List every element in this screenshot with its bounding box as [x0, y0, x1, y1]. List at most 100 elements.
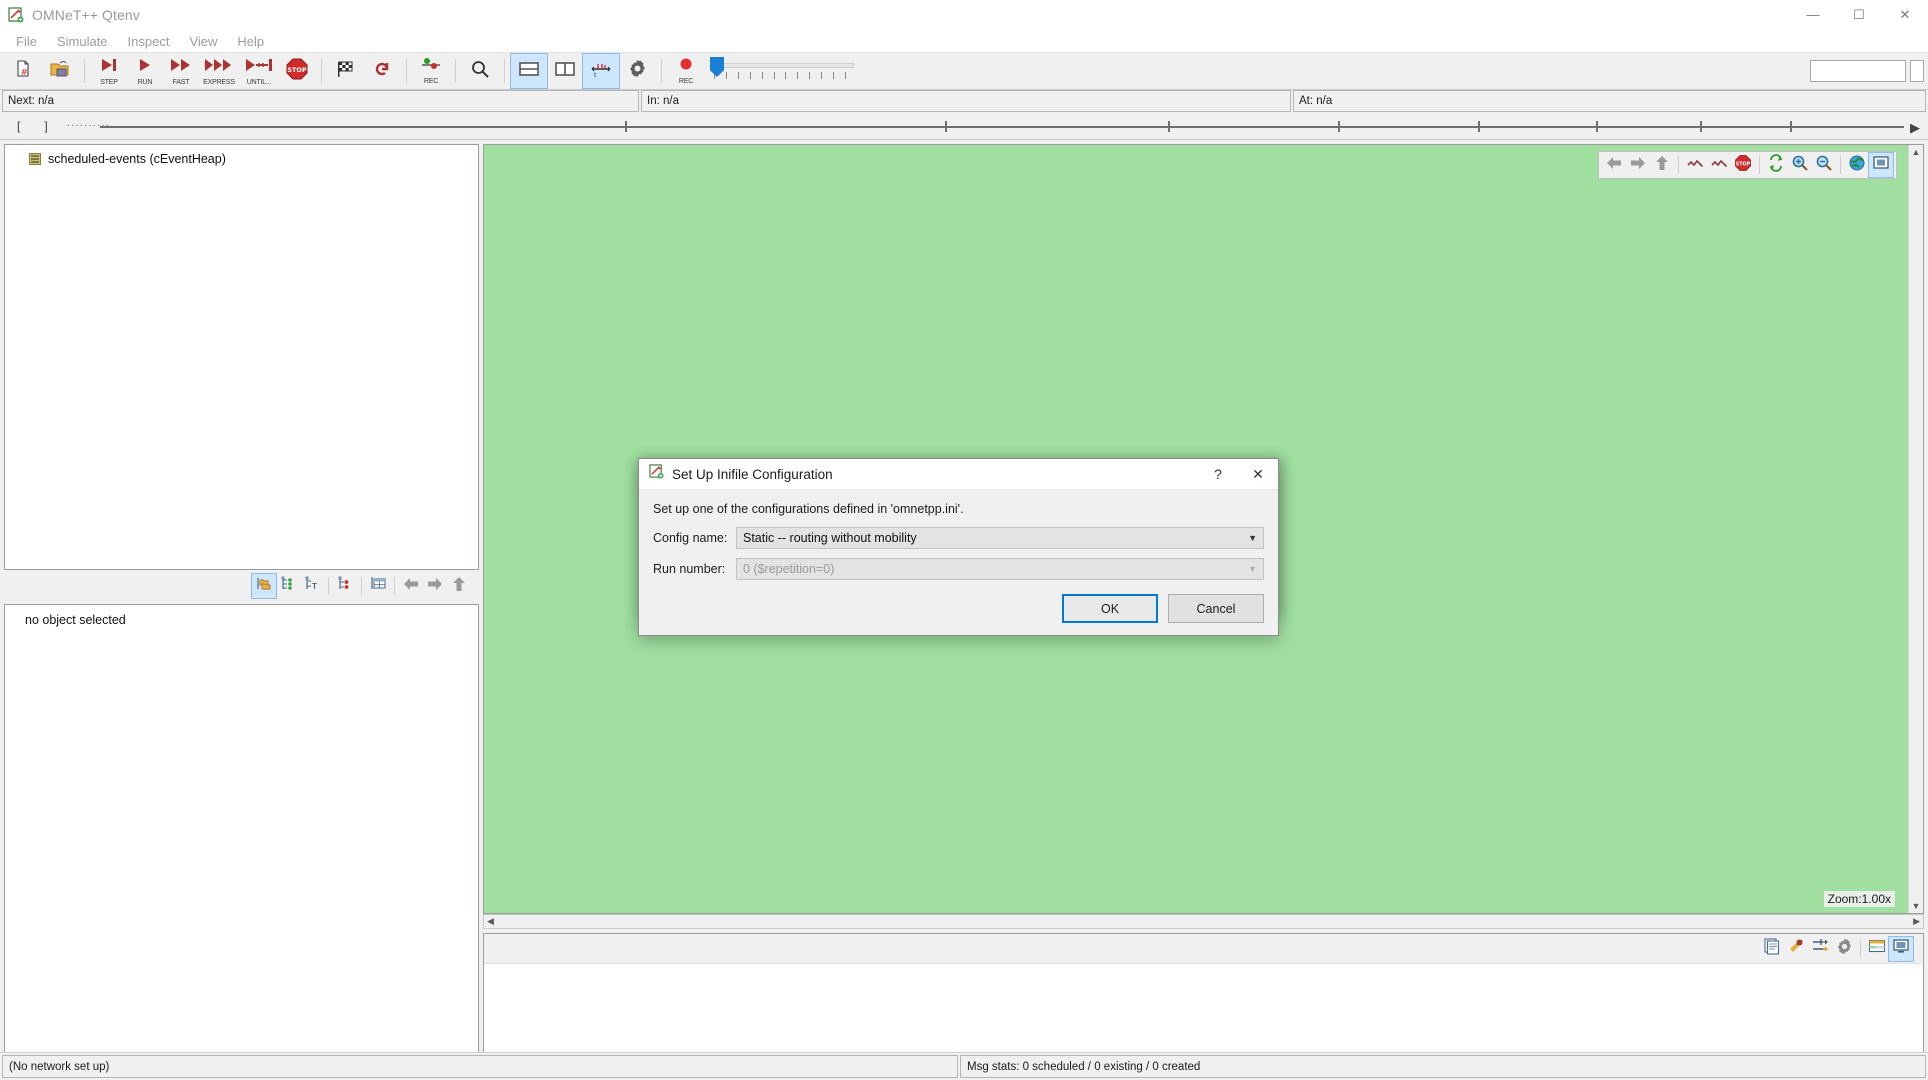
preferences-gear-icon: [628, 59, 647, 83]
relayout-button[interactable]: [1683, 153, 1707, 177]
dialog-close-button[interactable]: ✕: [1238, 459, 1278, 490]
zoom-in-button[interactable]: [1788, 153, 1812, 177]
open-run-button[interactable]: [42, 54, 78, 88]
express-button[interactable]: EXPRESS: [199, 54, 239, 88]
log-settings-button[interactable]: [1832, 937, 1856, 961]
finish-flag-icon: [335, 59, 357, 84]
tree-toolbar-separator: [394, 577, 395, 595]
re-layout-network-button[interactable]: [1764, 153, 1788, 177]
fast-button[interactable]: FAST: [163, 54, 199, 88]
stop-layouting-button[interactable]: STOP: [1731, 153, 1755, 177]
log-jump-icon: [1811, 937, 1829, 960]
run-until-finish-button[interactable]: [328, 54, 364, 88]
step-button[interactable]: STEP: [91, 54, 127, 88]
log-messages-button[interactable]: [1760, 937, 1784, 961]
tree-item-scheduled-events[interactable]: scheduled-events (cEventHeap): [5, 150, 478, 168]
log-panel-toolbar: [484, 934, 1923, 964]
menu-item-simulate[interactable]: Simulate: [47, 32, 118, 51]
canvas-vertical-scrollbar[interactable]: ▲ ▼: [1908, 145, 1923, 913]
zoom-out-button[interactable]: [1812, 153, 1836, 177]
scroll-down-arrow-icon[interactable]: ▼: [1909, 901, 1923, 911]
menu-item-file[interactable]: File: [6, 32, 47, 51]
tree-go-up-button[interactable]: [447, 574, 471, 598]
canvas-horizontal-scrollbar[interactable]: ◀ ▶: [483, 914, 1924, 929]
canvas-go-up-button[interactable]: [1650, 153, 1674, 177]
ok-button[interactable]: OK: [1062, 594, 1158, 623]
log-jump-button[interactable]: [1808, 937, 1832, 961]
until-button[interactable]: UNTIL...: [239, 54, 279, 88]
tree-mode-children-button[interactable]: [333, 574, 357, 598]
canvas-toolbar-separator: [1840, 156, 1841, 174]
object-tree-box[interactable]: scheduled-events (cEventHeap): [4, 144, 479, 570]
toolbar-search-input[interactable]: [1810, 60, 1906, 82]
menu-item-help[interactable]: Help: [227, 32, 274, 51]
video-rec-label: REC: [679, 78, 693, 85]
log-filter-button[interactable]: [1784, 937, 1808, 961]
scroll-left-arrow-icon[interactable]: ◀: [484, 916, 497, 927]
stop-layouting-icon: STOP: [1734, 154, 1752, 177]
slider-ticks: [714, 72, 846, 79]
preferences-button[interactable]: [619, 54, 655, 88]
close-button[interactable]: ✕: [1882, 0, 1928, 30]
show-globe-button[interactable]: [1845, 153, 1869, 177]
layout-horizontal-button[interactable]: [511, 54, 547, 88]
object-inspector-panel[interactable]: no object selected: [4, 604, 479, 1061]
open-inspector-button[interactable]: [1869, 153, 1893, 177]
canvas-back-button[interactable]: [1602, 153, 1626, 177]
object-tree-panel: scheduled-events (cEventHeap): [4, 144, 479, 602]
canvas-forward-button[interactable]: [1626, 153, 1650, 177]
menu-item-view[interactable]: View: [179, 32, 227, 51]
canvas-toolbar: STOP: [1598, 151, 1897, 179]
new-run-button[interactable]: #: [6, 54, 42, 88]
timeline-tick: [945, 121, 947, 132]
rebuild-network-button[interactable]: [364, 54, 400, 88]
find-button[interactable]: [462, 54, 498, 88]
run-label: RUN: [138, 79, 153, 86]
fast-icon: [168, 57, 194, 78]
log-text-mode-button[interactable]: [1889, 937, 1913, 961]
window-controls: — ☐ ✕: [1790, 0, 1928, 30]
run-number-combobox[interactable]: 0 ($repetition=0) ▼: [736, 558, 1264, 580]
maximize-button[interactable]: ☐: [1836, 0, 1882, 30]
layout-vertical-button[interactable]: [547, 54, 583, 88]
scroll-right-arrow-icon[interactable]: ▶: [1910, 916, 1923, 927]
toolbar-search-extra[interactable]: [1910, 60, 1924, 82]
tree-mode-grouped-button[interactable]: [276, 574, 300, 598]
step-label: STEP: [100, 79, 117, 86]
tree-mode-children-icon: [337, 575, 354, 597]
tree-forward-button[interactable]: [423, 574, 447, 598]
timeline-toggle-button[interactable]: t: [583, 54, 619, 88]
timeline[interactable]: [ ] ·········· ▶: [0, 112, 1928, 140]
tree-mode-table-button[interactable]: [366, 574, 390, 598]
cancel-button[interactable]: Cancel: [1168, 594, 1264, 623]
stop-button[interactable]: STOP: [279, 54, 315, 88]
step-icon: [97, 57, 121, 78]
dialog-help-button[interactable]: ?: [1198, 459, 1238, 490]
eventlog-record-button[interactable]: REC: [413, 54, 449, 88]
run-button[interactable]: RUN: [127, 54, 163, 88]
menu-item-inspect[interactable]: Inspect: [118, 32, 180, 51]
run-number-row: Run number: 0 ($repetition=0) ▼: [653, 558, 1264, 580]
toolbar-right-group: [1810, 60, 1928, 82]
find-icon: [470, 59, 490, 84]
svg-text:t: t: [594, 72, 597, 78]
tree-mode-flat-button[interactable]: [252, 574, 276, 598]
toolbar-separator: [84, 59, 85, 83]
log-filter-rocket-icon: [1787, 937, 1805, 960]
log-table-mode-button[interactable]: [1865, 937, 1889, 961]
animation-speed-slider[interactable]: [708, 54, 856, 88]
tree-back-button[interactable]: [399, 574, 423, 598]
forward-arrow-icon: [1629, 155, 1647, 176]
minimize-button[interactable]: —: [1790, 0, 1836, 30]
log-messages-icon: [1763, 937, 1781, 960]
relayout-fast-button[interactable]: [1707, 153, 1731, 177]
object-tree-list[interactable]: scheduled-events (cEventHeap): [5, 145, 478, 168]
scroll-up-arrow-icon[interactable]: ▲: [1909, 145, 1923, 157]
log-text-mode-icon: [1892, 938, 1910, 960]
tree-mode-inheritance-button[interactable]: T: [300, 574, 324, 598]
config-name-combobox[interactable]: Static -- routing without mobility ▼: [736, 527, 1264, 549]
timeline-axis: [100, 126, 1904, 128]
log-content-area[interactable]: [484, 964, 1923, 1060]
video-record-button[interactable]: REC: [668, 54, 704, 88]
timeline-arrow-icon: ▶: [1910, 120, 1920, 136]
